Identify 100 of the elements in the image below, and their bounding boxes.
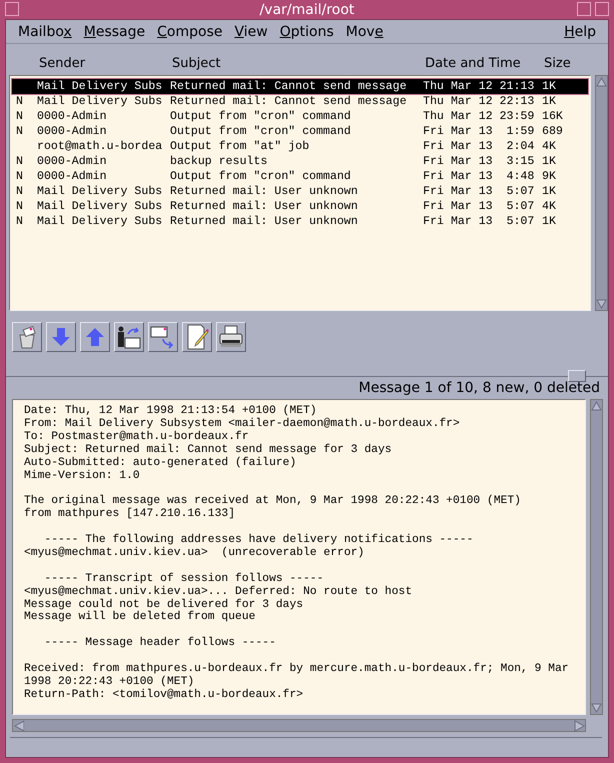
date-cell-text: Thu Mar 12 23:59: [423, 110, 536, 123]
message-text: Received: from mathpures.u-bordeaux.fr by mercure.math.u-bordeaux.fr; Mon, 9 Mar 1998 20:22:43 +0100 (MET) Return-Path: <tomilov@math.u-bordeaux.fr>: [24, 663, 570, 702]
size-cell-text: 1K: [542, 185, 557, 198]
pane-sash-handle[interactable]: [568, 370, 586, 382]
new-flag-label: N: [16, 95, 24, 108]
sender-cell-text: 0000-Admin: [37, 110, 108, 123]
subject-cell-text: Returned mail: Cannot send message: [170, 80, 408, 93]
sender-cell-text: 0000-Admin: [37, 125, 108, 138]
column-header[interactable]: Subject: [172, 56, 425, 71]
date-cell-text: Thu Mar 12 21:13: [423, 80, 536, 93]
maximize-button[interactable]: [595, 2, 609, 16]
size-cell-text: 4K: [542, 200, 557, 213]
down-arrow-icon: [51, 326, 71, 348]
menu-item[interactable]: Options: [274, 24, 340, 40]
size-cell-text: 16K: [542, 110, 564, 123]
date-cell-text: Fri Mar 13 5:07: [423, 200, 536, 213]
new-flag-label: N: [16, 110, 24, 123]
message-text: ----- Transcript of session follows ----- <myus@mechmat.univ.kiev.ua>... Deferred: No route to host Message could not be delivered for 3 days Message will be deleted from queue: [24, 572, 414, 624]
message-text: The original message was received at Mon, 9 Mar 1998 20:22:43 +0100 (MET) from mathpures [147.210.16.133]: [24, 495, 522, 522]
message-text: ----- The following addresses have delivery notifications ----- <myus@mechmat.univ.kiev.ua> (unrecoverable error): [24, 534, 474, 560]
date-cell-text: Fri Mar 13 3:15: [423, 155, 536, 168]
new-flag-label: N: [16, 215, 24, 228]
subject-cell-text: Returned mail: User unknown: [170, 200, 359, 213]
size-cell-text: 9K: [542, 170, 557, 183]
new-flag-label: N: [16, 155, 24, 168]
size-cell-text: 1K: [542, 155, 557, 168]
size-cell-text: 1K: [542, 95, 557, 108]
sender-cell-text: Mail Delivery Subs: [37, 185, 164, 198]
vertical-scrollbar[interactable]: [590, 399, 603, 715]
notepad-pencil-icon: [185, 324, 209, 350]
message-row[interactable]: N Mail Delivery Subs Returned mail: User unknown Fri Mar 13 5:07 1K: [12, 184, 588, 199]
subject-cell-text: Returned mail: User unknown: [170, 215, 359, 228]
scroll-right-icon[interactable]: [574, 720, 585, 732]
subject-cell-text: Output from "cron" command: [170, 110, 352, 123]
column-header[interactable]: Size: [544, 56, 584, 71]
message-row[interactable]: N Mail Delivery Subs Returned mail: Cannot send message Thu Mar 12 22:13 1K: [12, 94, 588, 109]
subject-cell-text: Returned mail: Cannot send message: [170, 95, 408, 108]
menu-item[interactable]: Move: [340, 24, 390, 40]
date-cell-text: Fri Mar 13 5:07: [423, 185, 536, 198]
new-flag-label: N: [16, 185, 24, 198]
new-flag-label: N: [16, 200, 24, 213]
new-flag-label: N: [16, 125, 24, 138]
message-text: Date: Thu, 12 Mar 1998 21:13:54 +0100 (MET) From: Mail Delivery Subsystem <mailer-daemon@math.u-bordeaux.fr> To: Postmaster@math.u-bordeaux.fr Subject: Returned mail: Cannot send message for 3 days Auto-Submitted: auto-generated (failure) Mime-Version: 1.0: [24, 405, 461, 482]
envelope-arrow-icon: [150, 325, 176, 349]
subject-cell-text: Output from "at" job: [170, 140, 310, 153]
vertical-scrollbar[interactable]: [595, 75, 608, 311]
sender-cell-text: 0000-Admin: [37, 170, 108, 183]
message-row[interactable]: N Mail Delivery Subs Returned mail: User unknown Fri Mar 13 5:07 4K: [12, 199, 588, 214]
menu-item[interactable]: Compose: [151, 24, 228, 40]
sender-cell-text: root@math.u-bordea: [37, 140, 164, 153]
message-row[interactable]: N 0000-Admin backup results Fri Mar 13 3:15 1K: [12, 154, 588, 169]
person-envelope-icon: [116, 325, 142, 349]
subject-cell-text: Output from "cron" command: [170, 125, 352, 138]
size-cell-text: 1K: [542, 215, 557, 228]
date-cell-text: Thu Mar 12 22:13: [423, 95, 536, 108]
message-row[interactable]: Mail Delivery Subs Returned mail: Cannot send message Thu Mar 12 21:13 1K: [12, 79, 588, 94]
toolbar-button[interactable]: [12, 322, 42, 352]
window-title: /var/mail/root: [260, 2, 354, 18]
menu-item[interactable]: View: [228, 24, 274, 40]
sender-cell-text: 0000-Admin: [37, 155, 108, 168]
scroll-up-icon[interactable]: [596, 76, 607, 88]
date-cell-text: Fri Mar 13 4:48: [423, 170, 536, 183]
scroll-down-icon[interactable]: [591, 702, 602, 714]
scroll-down-icon[interactable]: [596, 298, 607, 310]
sender-cell-text: Mail Delivery Subs: [37, 200, 164, 213]
scroll-left-icon[interactable]: [13, 720, 24, 732]
sender-cell-text: Mail Delivery Subs: [37, 95, 164, 108]
message-row[interactable]: N Mail Delivery Subs Returned mail: User unknown Fri Mar 13 5:07 1K: [12, 214, 588, 229]
size-cell-text: 689: [542, 125, 564, 138]
toolbar-button[interactable]: [148, 322, 178, 352]
size-cell-text: 4K: [542, 140, 557, 153]
size-cell-text: 1K: [542, 80, 557, 93]
menu-item[interactable]: Mailbox: [12, 24, 78, 40]
sender-cell-text: Mail Delivery Subs: [37, 215, 164, 228]
date-cell-text: Fri Mar 13 5:07: [423, 215, 536, 228]
subject-cell-text: Returned mail: User unknown: [170, 185, 359, 198]
status-text: Message 1 of 10, 8 new, 0 deleted: [358, 380, 600, 396]
subject-cell-text: backup results: [170, 155, 268, 168]
minimize-button[interactable]: [577, 2, 591, 16]
message-text: ----- Message header follows -----: [43, 637, 277, 650]
message-row[interactable]: N 0000-Admin Output from "cron" command Fri Mar 13 1:59 689: [12, 124, 588, 139]
message-row[interactable]: N 0000-Admin Output from "cron" command Thu Mar 12 23:59 16K: [12, 109, 588, 124]
date-cell-text: Fri Mar 13 2:04: [423, 140, 536, 153]
toolbar-button[interactable]: [114, 322, 144, 352]
up-arrow-icon: [85, 326, 105, 348]
window-menu-button[interactable]: [5, 2, 19, 16]
menu-item[interactable]: Message: [78, 24, 152, 40]
message-row[interactable]: N 0000-Admin Output from "cron" command Fri Mar 13 4:48 9K: [12, 169, 588, 184]
toolbar-button[interactable]: [182, 322, 212, 352]
subject-cell-text: Output from "cron" command: [170, 170, 352, 183]
date-cell-text: Fri Mar 13 1:59: [423, 125, 536, 138]
printer-icon: [218, 325, 244, 349]
horizontal-scrollbar[interactable]: [12, 719, 586, 732]
menu-item[interactable]: Help: [558, 24, 602, 40]
message-row[interactable]: root@math.u-bordea Output from "at" job Fri Mar 13 2:04 4K: [12, 139, 588, 154]
column-header[interactable]: Sender: [39, 56, 172, 71]
sender-cell-text: Mail Delivery Subs: [37, 80, 164, 93]
toolbar-button[interactable]: [216, 322, 246, 352]
scroll-up-icon[interactable]: [591, 400, 602, 412]
column-header[interactable]: Date and Time: [425, 56, 544, 71]
